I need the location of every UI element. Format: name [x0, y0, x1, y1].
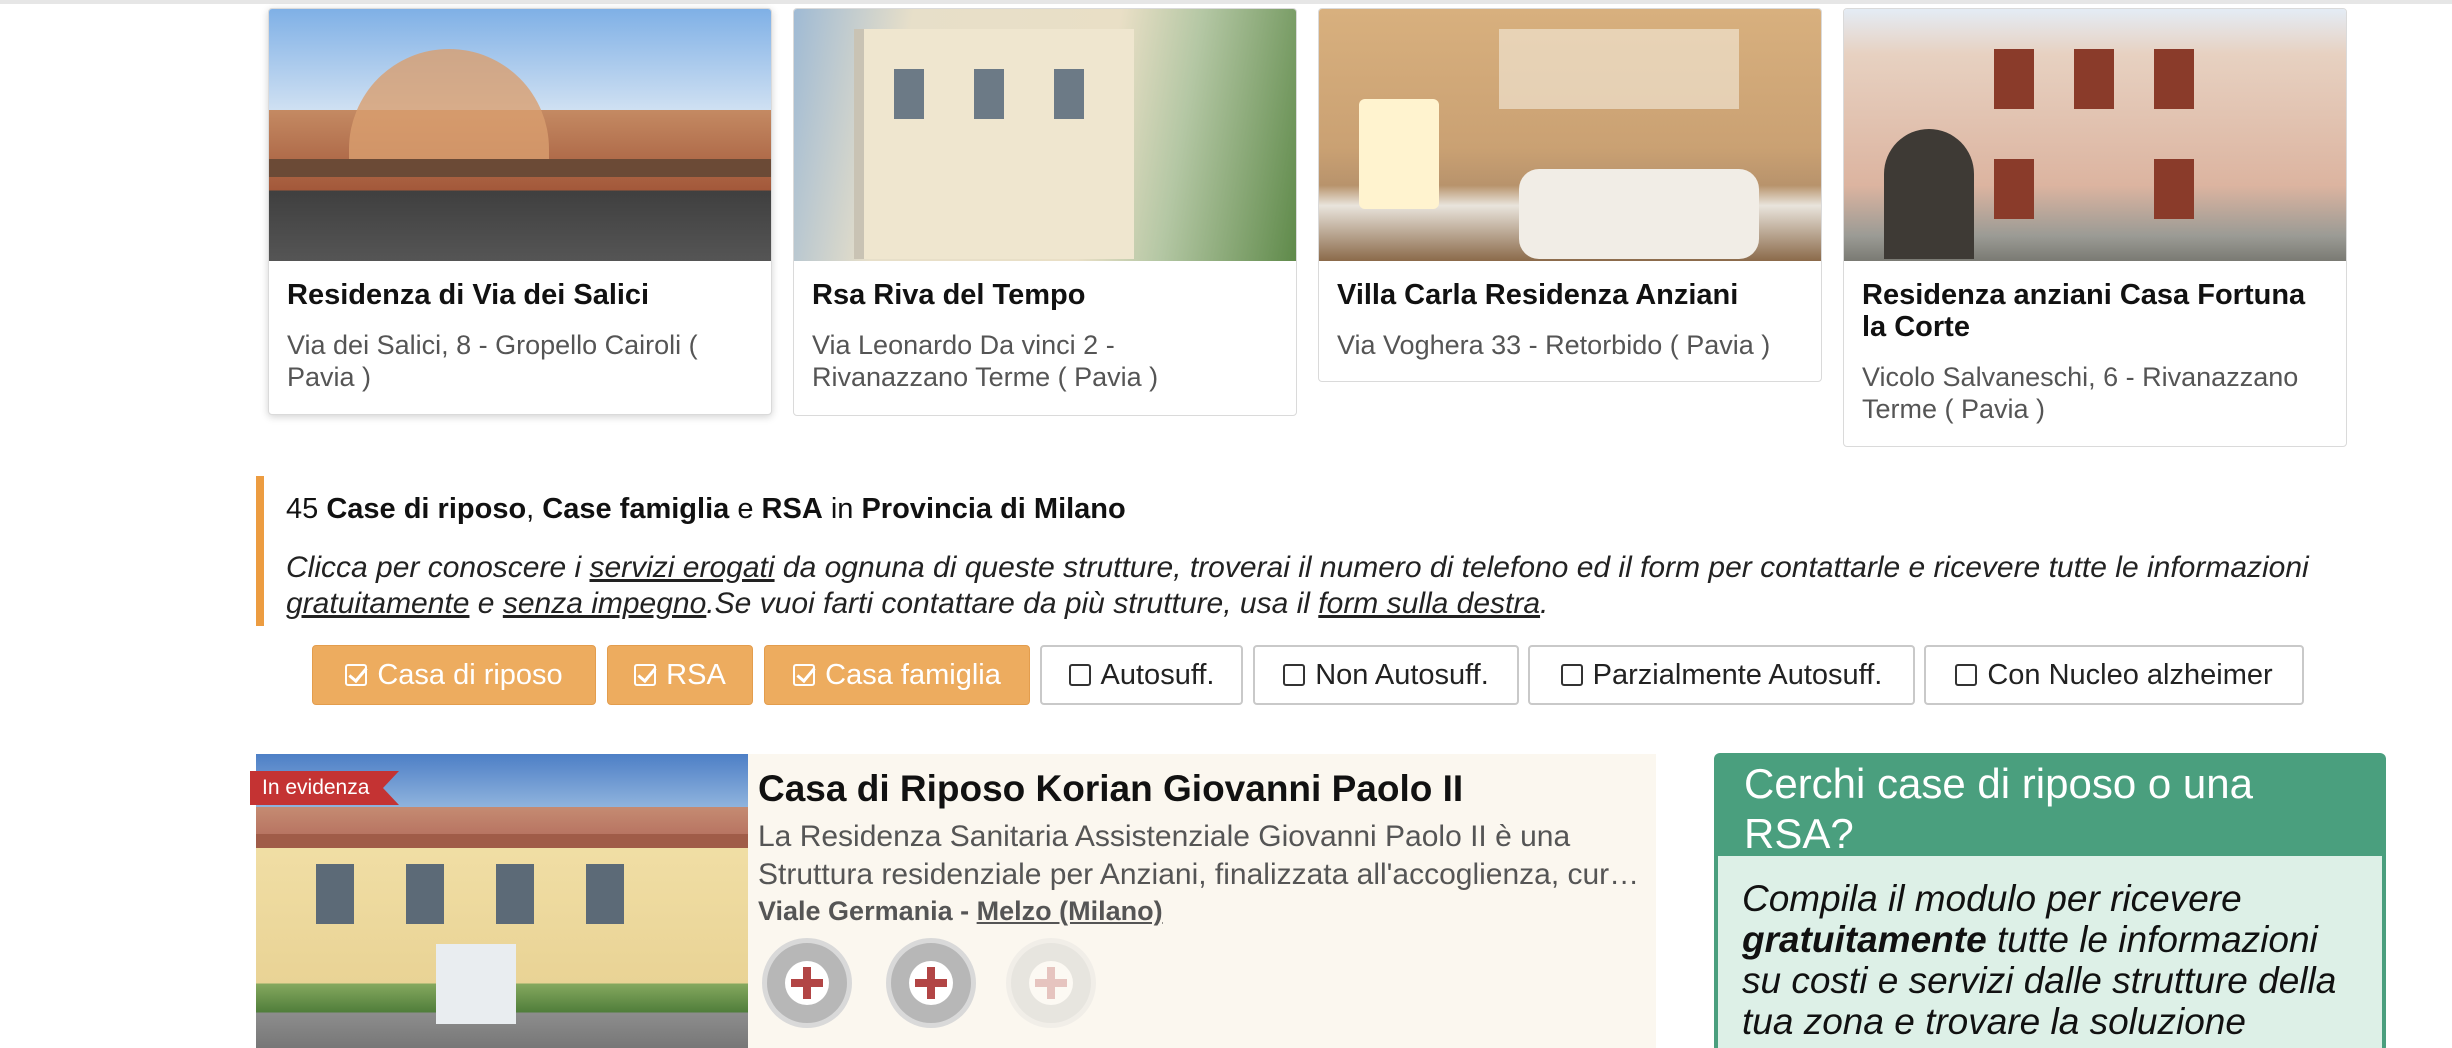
filter-label: Autosuff.	[1100, 658, 1215, 691]
heading-location: Provincia di Milano	[861, 493, 1126, 525]
nearby-structures-cards: Residenza di Via dei Salici Via dei Sali…	[268, 8, 2350, 448]
filter-autosuff[interactable]: Autosuff.	[1040, 645, 1243, 705]
heading-separator: ,	[526, 493, 535, 525]
checkbox-checked-icon	[634, 664, 657, 686]
filter-label: Casa famiglia	[825, 658, 1001, 691]
filter-nucleo-alzheimer[interactable]: Con Nucleo alzheimer	[1924, 645, 2304, 705]
filter-label: Con Nucleo alzheimer	[1987, 658, 2273, 691]
structure-photo	[1319, 9, 1821, 261]
contact-form-box: Cerchi case di riposo o una RSA? Compila…	[1714, 753, 2386, 1048]
results-count: 45	[286, 493, 319, 525]
contact-box-title: Cerchi case di riposo o una RSA?	[1744, 760, 2253, 857]
structure-address: Via dei Salici, 8 - Gropello Cairoli ( P…	[287, 330, 698, 392]
quality-badge-icon	[1006, 938, 1096, 1028]
intro-paragraph: Clicca per conoscere i servizi erogati d…	[286, 550, 2356, 622]
description-line: Struttura residenziale per Anziani, fina…	[758, 858, 1640, 891]
heading-term: RSA	[761, 493, 823, 525]
listing-title[interactable]: Casa di Riposo Korian Giovanni Paolo II	[758, 768, 1463, 810]
filter-non-autosuff[interactable]: Non Autosuff.	[1253, 645, 1519, 705]
structure-photo	[269, 9, 771, 261]
structure-photo	[1844, 9, 2346, 261]
top-divider	[0, 0, 2452, 4]
filter-rsa[interactable]: RSA	[607, 645, 753, 705]
quality-badge-icon	[886, 938, 976, 1028]
servizi-erogati-link[interactable]: servizi erogati	[589, 551, 774, 584]
listing-description: La Residenza Sanitaria Assistenziale Gio…	[758, 818, 1648, 894]
heading-separator: in	[830, 493, 854, 525]
structure-title[interactable]: Residenza anziani Casa Fortuna la Corte	[1862, 279, 2328, 343]
structure-address: Via Voghera 33 - Retorbido ( Pavia )	[1337, 330, 1771, 360]
filter-bar: Casa di riposo RSA Casa famiglia Autosuf…	[0, 645, 2452, 707]
quality-badge-icon	[762, 938, 852, 1028]
structure-title[interactable]: Residenza di Via dei Salici	[287, 279, 753, 311]
filter-label: Parzialmente Autosuff.	[1592, 658, 1883, 691]
structure-card[interactable]: Villa Carla Residenza Anziani Via Vogher…	[1318, 8, 1822, 382]
listing-city-link[interactable]: Melzo (Milano)	[977, 896, 1163, 926]
structure-card[interactable]: Rsa Riva del Tempo Via Leonardo Da vinci…	[793, 8, 1297, 416]
contact-text: Compila il modulo per ricevere	[1742, 878, 2242, 919]
listing-address: Viale Germania - Melzo (Milano)	[758, 896, 1163, 927]
form-sulla-destra-link[interactable]: form sulla destra	[1318, 587, 1540, 620]
structure-photo	[794, 9, 1296, 261]
intro-text: .	[1540, 587, 1549, 620]
intro-text: da ognuna di queste strutture, troverai …	[782, 551, 2309, 584]
structure-address: Via Leonardo Da vinci 2 - Rivanazzano Te…	[812, 330, 1159, 392]
intro-text: .Se vuoi farti contattare da più struttu…	[706, 587, 1310, 620]
senza-impegno-link[interactable]: senza impegno	[503, 587, 706, 620]
filter-label: RSA	[666, 658, 726, 691]
description-line: La Residenza Sanitaria Assistenziale Gio…	[758, 820, 1571, 853]
checkbox-checked-icon	[345, 664, 368, 686]
filter-casa-di-riposo[interactable]: Casa di riposo	[312, 645, 596, 705]
results-intro: 45 Case di riposo, Case famiglia e RSA i…	[256, 476, 2356, 626]
heading-term: Case di riposo	[326, 493, 527, 525]
featured-listing[interactable]: Casa di Riposo Korian Giovanni Paolo II …	[256, 754, 1656, 1048]
checkbox-checked-icon	[793, 664, 816, 686]
featured-ribbon: In evidenza	[250, 771, 400, 805]
intro-text: Clicca per conoscere i	[286, 551, 582, 584]
filter-label: Casa di riposo	[377, 658, 563, 691]
structure-title[interactable]: Rsa Riva del Tempo	[812, 279, 1278, 311]
heading-separator: e	[737, 493, 754, 525]
results-heading: 45 Case di riposo, Case famiglia e RSA i…	[286, 492, 2356, 526]
heading-term: Case famiglia	[542, 493, 730, 525]
intro-text: e	[477, 587, 495, 620]
checkbox-icon	[1068, 664, 1091, 686]
checkbox-icon	[1955, 664, 1978, 686]
contact-box-text: Compila il modulo per ricevere gratuitam…	[1718, 856, 2382, 1048]
contact-text-bold: gratuitamente	[1742, 919, 1987, 960]
structure-card[interactable]: Residenza di Via dei Salici Via dei Sali…	[268, 8, 772, 415]
filter-parzialmente-autosuff[interactable]: Parzialmente Autosuff.	[1528, 645, 1915, 705]
listing-street: Viale Germania -	[758, 896, 970, 926]
gratuitamente-link[interactable]: gratuitamente	[286, 587, 469, 620]
structure-address: Vicolo Salvaneschi, 6 - Rivanazzano Term…	[1862, 362, 2299, 424]
structure-card[interactable]: Residenza anziani Casa Fortuna la Corte …	[1843, 8, 2347, 447]
structure-title[interactable]: Villa Carla Residenza Anziani	[1337, 279, 1803, 311]
filter-label: Non Autosuff.	[1315, 658, 1489, 691]
checkbox-icon	[1283, 664, 1306, 686]
filter-casa-famiglia[interactable]: Casa famiglia	[764, 645, 1030, 705]
checkbox-icon	[1560, 664, 1583, 686]
